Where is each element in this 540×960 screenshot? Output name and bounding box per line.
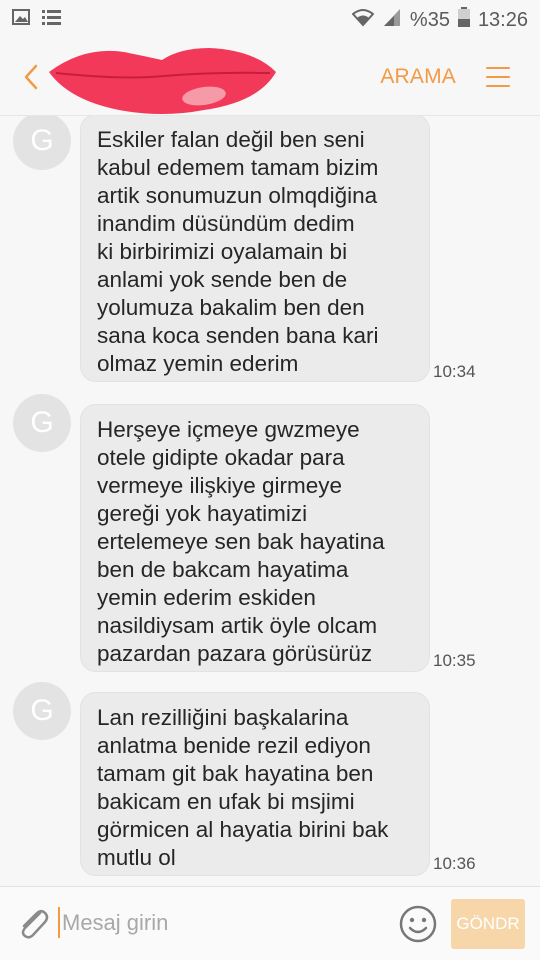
- message-line: yemin ederim eskiden: [97, 585, 316, 610]
- message-composer: GÖNDR: [0, 886, 540, 960]
- send-button[interactable]: GÖNDR: [451, 899, 525, 949]
- message-timestamp: 10:35: [433, 651, 476, 670]
- message-line: Eskiler falan değil ben seni: [97, 127, 365, 152]
- signal-icon: [382, 7, 402, 33]
- menu-icon-line: [486, 85, 510, 87]
- message-timestamp: 10:36: [433, 854, 476, 873]
- avatar[interactable]: G: [13, 394, 71, 452]
- message-timestamp: 10:34: [433, 362, 476, 381]
- message-line: ertelemeye sen bak hayatina: [97, 529, 385, 554]
- message-input[interactable]: [62, 905, 372, 941]
- message-line: gereği yok hayatimizi: [97, 501, 308, 526]
- paperclip-icon: [21, 910, 49, 939]
- message-line: vermeye ilişkiye girmeye: [97, 473, 343, 498]
- message-line: artik sonumuzun olmqdiğina: [97, 183, 378, 208]
- message-line: tamam git bak hayatina ben: [97, 761, 374, 786]
- status-right: %35 13:26: [351, 7, 528, 33]
- conversation-header: ARAMA: [0, 38, 540, 116]
- search-button[interactable]: ARAMA: [380, 65, 456, 89]
- avatar[interactable]: G: [13, 682, 71, 740]
- message-line: Lan rezilliğini başkalarina: [97, 705, 349, 730]
- menu-icon-line: [486, 76, 510, 78]
- clock: 13:26: [477, 8, 528, 31]
- list-icon: [42, 9, 62, 30]
- message-bubble[interactable]: Eskiler falan değil ben seni kabul edeme…: [80, 116, 430, 382]
- emoji-button[interactable]: [398, 904, 438, 944]
- image-icon: [12, 9, 30, 30]
- status-left: [12, 9, 62, 30]
- message-bubble[interactable]: Herşeye içmeye gwzmeye otele gidipte oka…: [80, 404, 430, 672]
- message-line: ben de bakcam hayatima: [97, 557, 349, 582]
- message-line: nasildiysam artik öyle olcam: [97, 613, 378, 638]
- message-line: anlami yok sende ben de: [97, 267, 348, 292]
- status-bar: %35 13:26: [0, 0, 540, 38]
- message-line: mutlu ol: [97, 845, 176, 870]
- message-line: sana koca senden bana kari: [97, 323, 379, 348]
- menu-icon: [486, 67, 510, 69]
- message-line: ki birbirimizi oyalamain bi: [97, 239, 348, 264]
- message-line: olmaz yemin ederim: [97, 351, 299, 376]
- wifi-icon: [351, 7, 375, 33]
- menu-button[interactable]: [486, 64, 510, 90]
- message-line: görmicen al hayatia birini bak: [97, 817, 389, 842]
- message-line: anlatma benide rezil ediyon: [97, 733, 371, 758]
- message-line: inandim düsündüm dedim: [97, 211, 355, 236]
- avatar[interactable]: G: [13, 116, 71, 170]
- redaction-lips-sticker: [49, 48, 276, 114]
- message-line: pazardan pazara görüsürüz: [97, 641, 373, 666]
- message-line: bakicam en ufak bi msjimi: [97, 789, 355, 814]
- message-bubble[interactable]: Lan rezilliğini başkalarina anlatma beni…: [80, 692, 430, 876]
- message-input-wrapper: [58, 905, 378, 941]
- emoji-icon: [399, 905, 437, 943]
- text-caret: [58, 907, 60, 938]
- message-line: Herşeye içmeye gwzmeye: [97, 417, 360, 442]
- message-line: kabul edemem tamam bizim: [97, 155, 379, 180]
- message-line: yolumuza bakalim ben den: [97, 295, 365, 320]
- battery-icon: [457, 7, 470, 33]
- attach-button[interactable]: [16, 905, 50, 943]
- message-line: otele gidipte okadar para: [97, 445, 345, 470]
- message-list[interactable]: G Eskiler falan değil ben seni kabul ede…: [0, 116, 540, 886]
- battery-percentage: %35: [409, 8, 450, 31]
